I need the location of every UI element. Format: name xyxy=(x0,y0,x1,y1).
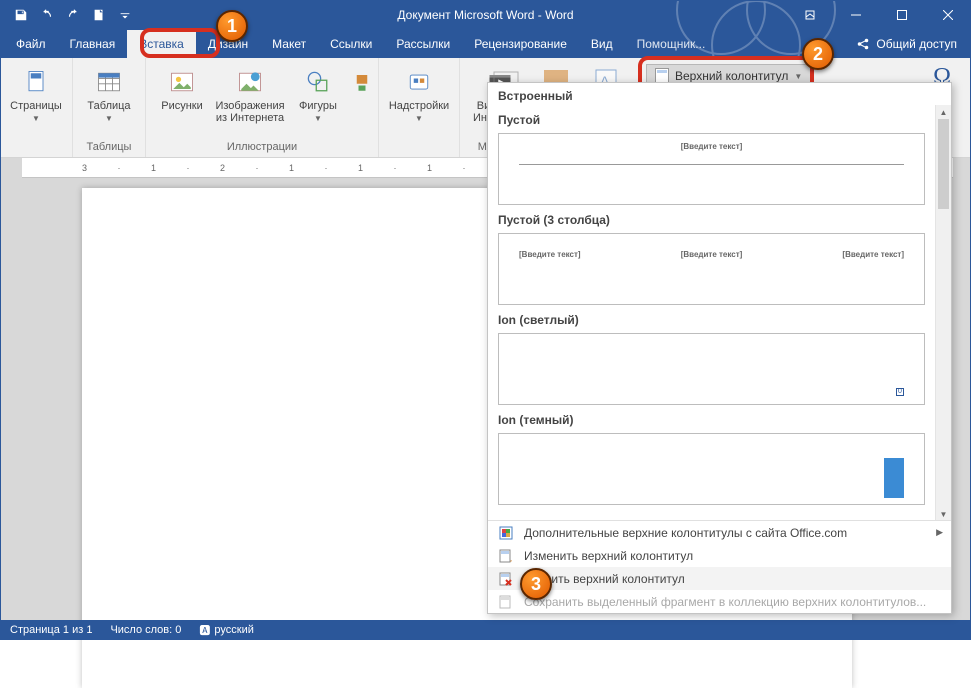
shapes-button[interactable]: Фигуры▼ xyxy=(288,62,348,128)
ribbon-options-icon[interactable] xyxy=(787,0,833,30)
chevron-right-icon: ▶ xyxy=(936,527,943,538)
status-words[interactable]: Число слов: 0 xyxy=(110,624,181,636)
scroll-down-icon[interactable]: ▼ xyxy=(936,507,951,521)
chevron-down-icon: ▼ xyxy=(794,72,802,81)
share-icon xyxy=(856,37,870,51)
addins-button[interactable]: Надстройки▼ xyxy=(385,62,453,128)
gallery-heading: Встроенный xyxy=(488,83,951,107)
quick-access-toolbar xyxy=(8,1,138,29)
window-controls xyxy=(787,0,971,30)
table-icon xyxy=(93,66,125,98)
group-tables: Таблица▼ Таблицы xyxy=(73,58,146,157)
redo-icon[interactable] xyxy=(60,1,86,29)
online-pictures-button[interactable]: Изображения из Интернета xyxy=(216,62,284,128)
gallery-save-selection: Сохранить выделенный фрагмент в коллекци… xyxy=(488,590,951,613)
gallery-item-blank[interactable]: [Введите текст] xyxy=(498,133,925,205)
group-pages: Страницы▼ xyxy=(0,58,73,157)
chevron-down-icon: ▼ xyxy=(415,115,423,124)
shapes-icon xyxy=(302,66,334,98)
status-page[interactable]: Страница 1 из 1 xyxy=(10,624,92,636)
tab-review[interactable]: Рецензирование xyxy=(462,30,579,58)
close-icon[interactable] xyxy=(925,0,971,30)
chevron-down-icon: ▼ xyxy=(32,115,40,124)
gallery-scroll: Пустой [Введите текст] Пустой (3 столбца… xyxy=(488,105,935,521)
tab-references[interactable]: Ссылки xyxy=(318,30,384,58)
gallery-remove-header[interactable]: Удалить верхний колонтитул xyxy=(488,567,951,590)
online-pictures-icon xyxy=(234,66,266,98)
save-selection-icon xyxy=(498,594,514,610)
tab-view[interactable]: Вид xyxy=(579,30,625,58)
gallery-section-blank: Пустой [Введите текст] xyxy=(498,113,925,205)
tab-tellme[interactable]: Помощник... xyxy=(625,30,718,58)
gallery-footer: Дополнительные верхние колонтитулы с сай… xyxy=(488,520,951,613)
tab-file[interactable]: Файл xyxy=(4,30,58,58)
statusbar: Страница 1 из 1 Число слов: 0 🅰русский xyxy=(0,620,971,640)
edit-header-icon xyxy=(498,548,514,564)
save-icon[interactable] xyxy=(8,1,34,29)
tab-home[interactable]: Главная xyxy=(58,30,128,58)
gallery-section-blank3: Пустой (3 столбца) [Введите текст] [Введ… xyxy=(498,213,925,305)
table-button[interactable]: Таблица▼ xyxy=(79,62,139,128)
pictures-icon xyxy=(166,66,198,98)
maximize-icon[interactable] xyxy=(879,0,925,30)
tab-insert[interactable]: Вставка xyxy=(127,30,196,58)
header-dropdown-label: Верхний колонтитул xyxy=(675,69,788,83)
tab-layout[interactable]: Макет xyxy=(260,30,318,58)
qat-more-icon[interactable] xyxy=(112,1,138,29)
pages-icon xyxy=(20,66,52,98)
group-illustrations: Рисунки Изображения из Интернета Фигуры▼… xyxy=(146,58,379,157)
ribbon-tabs: Файл Главная Вставка Дизайн Макет Ссылки… xyxy=(0,30,971,58)
gallery-section-ion-light: Ion (светлый) 0 xyxy=(498,313,925,405)
addins-icon xyxy=(403,66,435,98)
titlebar: Документ Microsoft Word - Word xyxy=(0,0,971,30)
remove-header-icon xyxy=(498,571,514,587)
new-doc-icon[interactable] xyxy=(86,1,112,29)
chevron-down-icon: ▼ xyxy=(314,115,322,124)
gallery-item-blank3[interactable]: [Введите текст] [Введите текст] [Введите… xyxy=(498,233,925,305)
pages-button[interactable]: Страницы▼ xyxy=(6,62,66,128)
chevron-down-icon: ▼ xyxy=(105,115,113,124)
window-title: Документ Microsoft Word - Word xyxy=(397,8,573,22)
undo-icon[interactable] xyxy=(34,1,60,29)
tab-mailings[interactable]: Рассылки xyxy=(384,30,462,58)
status-lang[interactable]: 🅰русский xyxy=(199,622,253,638)
gallery-more-office[interactable]: Дополнительные верхние колонтитулы с сай… xyxy=(488,521,951,544)
spellcheck-icon: 🅰 xyxy=(199,622,210,638)
scroll-up-icon[interactable]: ▲ xyxy=(936,105,951,119)
pictures-button[interactable]: Рисунки xyxy=(152,62,212,128)
gallery-item-ion-light[interactable]: 0 xyxy=(498,333,925,405)
office-icon xyxy=(498,525,514,541)
share-label: Общий доступ xyxy=(876,37,957,51)
illustrations-more[interactable] xyxy=(352,62,372,128)
scrollbar-thumb[interactable] xyxy=(938,119,949,209)
gallery-item-ion-dark[interactable] xyxy=(498,433,925,505)
more-icon xyxy=(354,66,370,98)
gallery-scrollbar[interactable]: ▲ ▼ xyxy=(935,105,951,521)
group-addins: Надстройки▼ xyxy=(379,58,460,157)
share-button[interactable]: Общий доступ xyxy=(842,30,971,58)
gallery-section-ion-dark: Ion (темный) xyxy=(498,413,925,505)
tab-design[interactable]: Дизайн xyxy=(196,30,260,58)
minimize-icon[interactable] xyxy=(833,0,879,30)
gallery-edit-header[interactable]: Изменить верхний колонтитул xyxy=(488,544,951,567)
header-gallery: Встроенный Пустой [Введите текст] Пустой… xyxy=(487,82,952,614)
